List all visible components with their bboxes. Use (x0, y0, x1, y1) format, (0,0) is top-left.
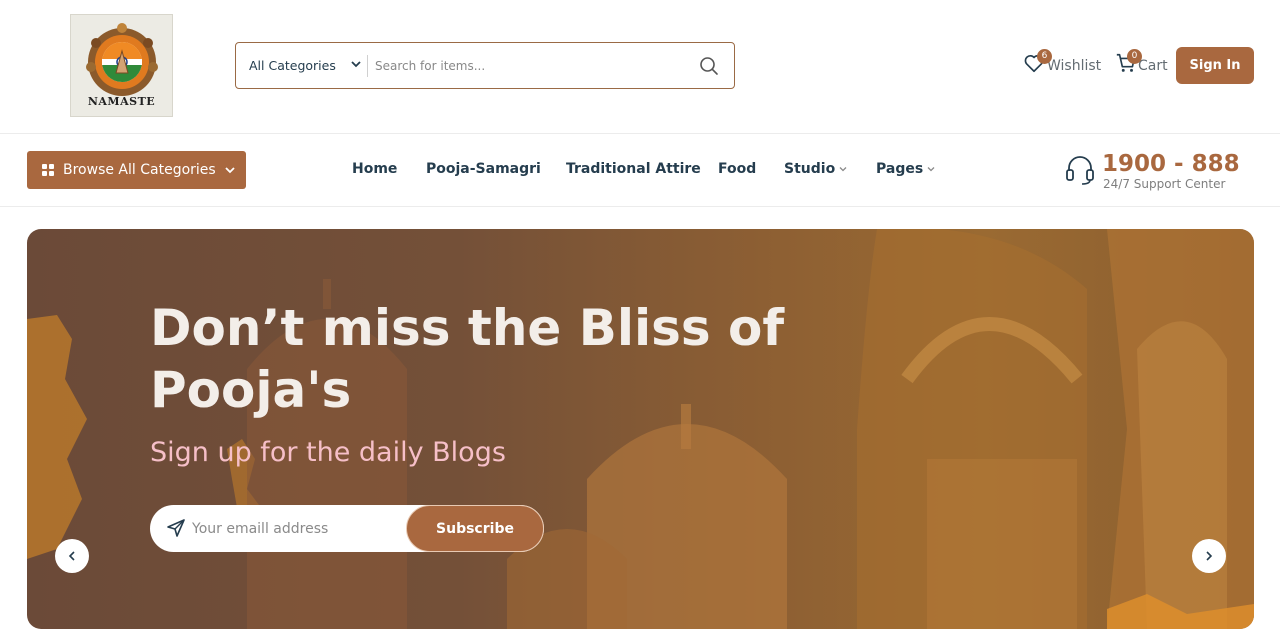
main-navbar: Browse All Categories Home Pooja-Samagri… (0, 134, 1280, 207)
cart-label: Cart (1138, 58, 1168, 74)
nav-home[interactable]: Home (352, 161, 397, 177)
cart-count-badge: 0 (1127, 49, 1142, 64)
carousel-next-button[interactable] (1192, 539, 1226, 573)
chevron-right-icon (1206, 551, 1213, 561)
search-input[interactable] (375, 44, 675, 87)
hero-temple-illustration (27, 229, 1254, 629)
nav-studio-label: Studio (784, 161, 836, 177)
hero-title: Don’t miss the Bliss of Pooja's (150, 299, 785, 419)
nav-pages-label: Pages (876, 161, 924, 177)
email-input[interactable] (192, 505, 402, 552)
nav-food[interactable]: Food (718, 161, 756, 177)
chevron-down-icon (225, 167, 235, 174)
search-divider (367, 55, 368, 77)
grid-icon (42, 164, 54, 176)
chevron-left-icon (68, 551, 75, 561)
headset-icon (1066, 156, 1094, 185)
support-subtitle: 24/7 Support Center (1103, 177, 1226, 191)
chevron-down-icon (351, 61, 361, 68)
wishlist-label: Wishlist (1047, 58, 1102, 74)
carousel-prev-button[interactable] (55, 539, 89, 573)
nav-pages[interactable]: Pages (876, 161, 936, 177)
nav-traditional-attire[interactable]: Traditional Attire (566, 161, 701, 177)
support-center: 1900 - 888 24/7 Support Center (1065, 151, 1240, 191)
browse-categories-label: Browse All Categories (63, 162, 216, 178)
nav-studio[interactable]: Studio (784, 161, 848, 177)
logo-text: NAMASTE (87, 95, 156, 108)
wishlist-count-badge: 6 (1037, 49, 1052, 64)
chevron-down-icon (927, 167, 935, 172)
wishlist-link[interactable]: Wishlist 6 (1023, 49, 1102, 74)
nav-pooja-samagri[interactable]: Pooja-Samagri (426, 161, 541, 177)
category-select-value: All Categories (249, 58, 336, 73)
hero-banner: Don’t miss the Bliss of Pooja's Sign up … (27, 229, 1254, 629)
sign-in-button[interactable]: Sign In (1176, 47, 1254, 84)
support-phone-number[interactable]: 1900 - 888 (1102, 151, 1240, 177)
chevron-down-icon (839, 167, 847, 172)
top-header: NAMASTE All Categories Wishlist 6 Cart 0 (0, 0, 1280, 134)
search-bar: All Categories (235, 42, 735, 89)
newsletter-form: Subscribe (150, 505, 544, 552)
site-logo[interactable]: NAMASTE (70, 14, 173, 117)
category-select[interactable]: All Categories (237, 44, 366, 87)
cart-link[interactable]: Cart 0 (1115, 49, 1168, 74)
send-icon (167, 519, 185, 537)
search-icon[interactable] (699, 56, 719, 76)
subscribe-button[interactable]: Subscribe (406, 505, 544, 552)
browse-categories-button[interactable]: Browse All Categories (27, 151, 246, 189)
hero-subtitle: Sign up for the daily Blogs (150, 437, 506, 468)
